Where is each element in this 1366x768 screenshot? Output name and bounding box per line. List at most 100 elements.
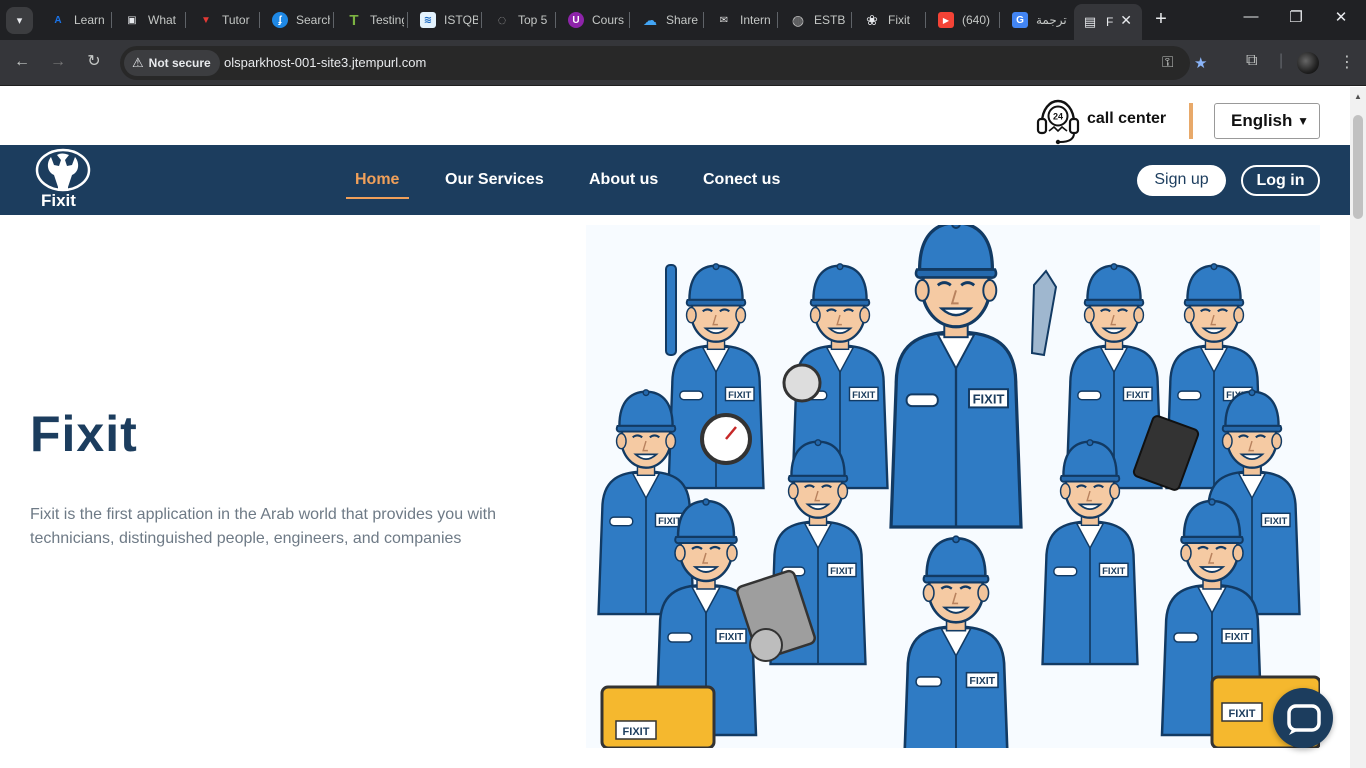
main-navbar: Fixit Home Our Services About us Conect …: [0, 145, 1350, 215]
browser-tab[interactable]: A Learn: [42, 6, 108, 34]
plus-icon: +: [1155, 8, 1167, 30]
security-label: Not secure: [148, 56, 211, 70]
profile-avatar[interactable]: [1297, 52, 1319, 74]
browser-tab[interactable]: ≋ ISTQB: [412, 6, 478, 34]
tab-favicon-icon: ▼: [201, 14, 211, 26]
svg-text:24: 24: [1053, 112, 1063, 122]
nav-link-contact-us[interactable]: Conect us: [703, 171, 780, 189]
browser-tab[interactable]: T Testing: [338, 6, 404, 34]
browser-tab[interactable]: ▶ (640): [930, 6, 996, 34]
tab-search-button[interactable]: ▾: [6, 7, 33, 34]
key-icon[interactable]: ⚿: [1162, 54, 1173, 71]
browser-tab-strip: ▾ A Learn ▣ What ▼ Tutor ʄ Search T Test…: [0, 0, 1366, 40]
webpage: 24 call center English ▼ Fixit Home Our …: [0, 87, 1350, 768]
close-icon[interactable]: ✕: [1120, 12, 1132, 29]
tab-favicon-icon: ☁: [643, 11, 657, 28]
tab-favicon-icon: A: [54, 14, 62, 26]
tab-favicon-icon: ◍: [791, 11, 805, 28]
tab-favicon-icon: ❀: [866, 11, 878, 28]
nav-link-home[interactable]: Home: [355, 171, 399, 189]
chevron-down-icon: ▼: [1297, 114, 1309, 128]
browser-toolbar: ← → ↻ ⚠ Not secure olsparkhost-001-site3…: [0, 40, 1366, 86]
tab-title: Share: [666, 13, 699, 27]
tab-title: Top 5: [518, 13, 548, 27]
browser-tab[interactable]: ☁ Share: [634, 6, 700, 34]
browser-tab[interactable]: ✉ Intern: [708, 6, 774, 34]
chevron-down-icon: ▾: [16, 15, 23, 27]
scrollbar-thumb[interactable]: [1353, 115, 1363, 219]
tab-title: (640): [962, 13, 991, 27]
tab-title: Search: [296, 13, 330, 27]
sign-up-button[interactable]: Sign up: [1137, 165, 1226, 196]
tab-title: Intern: [740, 13, 771, 27]
arrow-left-icon: ←: [14, 53, 30, 70]
bookmark-star-icon[interactable]: ★: [1194, 54, 1207, 72]
browser-tab[interactable]: ◍ ESTB: [782, 6, 848, 34]
arrow-right-icon: →: [50, 53, 66, 70]
menu-kebab-icon[interactable]: ⋮: [1339, 52, 1355, 72]
tab-favicon-icon: ▣: [127, 14, 137, 26]
divider: [1189, 103, 1193, 139]
restore-button[interactable]: ❐: [1286, 8, 1306, 26]
chat-bubble-icon: [1287, 704, 1321, 735]
restore-icon: ❐: [1289, 9, 1303, 26]
back-button[interactable]: ←: [12, 52, 32, 72]
browser-tab[interactable]: ❀ Fixit: [856, 6, 922, 34]
tab-title: Tutor: [222, 13, 250, 27]
browser-tab[interactable]: U Cours: [560, 6, 626, 34]
language-selected-value: English: [1231, 111, 1293, 130]
extensions-puzzle-icon[interactable]: ⧉: [1246, 52, 1257, 70]
language-select[interactable]: English ▼: [1214, 103, 1320, 139]
drill-tool-icon: [665, 264, 677, 356]
browser-tab[interactable]: G ترجمة: [1004, 6, 1070, 34]
svg-text:FIXIT: FIXIT: [1229, 708, 1256, 720]
chat-widget-button[interactable]: [1273, 688, 1333, 748]
site-info-chip[interactable]: ⚠ Not secure: [124, 50, 220, 76]
new-tab-button[interactable]: +: [1150, 8, 1172, 30]
nav-link-our-services[interactable]: Our Services: [445, 171, 544, 189]
call-center-label[interactable]: call center: [1087, 110, 1166, 128]
tab-title: Testing: [370, 13, 404, 27]
tab-favicon-icon: ≋: [420, 12, 436, 28]
close-icon: ✕: [1334, 9, 1348, 26]
url-text[interactable]: olsparkhost-001-site3.jtempurl.com: [224, 55, 426, 70]
scroll-up-arrow-icon[interactable]: ▲: [1354, 92, 1362, 101]
minimize-icon: —: [1243, 8, 1259, 25]
browser-tab[interactable]: ▼ Tutor: [190, 6, 256, 34]
svg-text:FIXIT: FIXIT: [623, 726, 650, 738]
tab-favicon-icon: ◌: [497, 11, 507, 29]
gauge-tool-icon: [782, 363, 822, 403]
browser-tab[interactable]: ʄ Search: [264, 6, 330, 34]
hero-description: Fixit is the first application in the Ar…: [30, 506, 496, 547]
tab-title: Fixit: [888, 13, 910, 27]
tab-title: ترجمة: [1036, 13, 1067, 27]
tab-title: Learn: [74, 13, 105, 27]
reload-icon: ↻: [87, 53, 101, 70]
browser-tab[interactable]: ◌ Top 5: [486, 6, 552, 34]
reload-button[interactable]: ↻: [84, 52, 104, 72]
tab-favicon-icon: ✉: [719, 14, 729, 26]
page-scrollbar[interactable]: ▲: [1350, 87, 1366, 768]
tab-favicon-icon: U: [568, 12, 584, 28]
tab-title: F: [1106, 15, 1114, 29]
log-in-button[interactable]: Log in: [1241, 165, 1320, 196]
warning-icon: ⚠: [132, 55, 144, 70]
hero-technicians-illustration: FIXIT FIXIT: [586, 225, 1320, 748]
address-bar[interactable]: ⚠ Not secure olsparkhost-001-site3.jtemp…: [120, 46, 1207, 80]
close-window-button[interactable]: ✕: [1331, 8, 1351, 26]
tab-favicon-icon: G: [1012, 12, 1028, 28]
minimize-button[interactable]: —: [1241, 8, 1261, 25]
browser-tab-active[interactable]: ▤ F ✕: [1074, 4, 1142, 40]
toolbar-divider: |: [1279, 52, 1284, 69]
tab-title: Cours: [592, 13, 625, 27]
brand-name[interactable]: Fixit: [41, 191, 76, 211]
tab-favicon-icon: T: [349, 11, 359, 29]
tab-title: ESTB: [814, 13, 846, 27]
forward-button[interactable]: →: [48, 52, 68, 72]
nav-link-about-us[interactable]: About us: [589, 171, 658, 189]
tab-favicon-icon: ▤: [1083, 14, 1097, 29]
tab-title: What: [148, 13, 177, 27]
top-utility-bar: 24 call center English ▼: [0, 87, 1350, 145]
tab-favicon-icon: ʄ: [272, 12, 288, 28]
browser-tab[interactable]: ▣ What: [116, 6, 182, 34]
